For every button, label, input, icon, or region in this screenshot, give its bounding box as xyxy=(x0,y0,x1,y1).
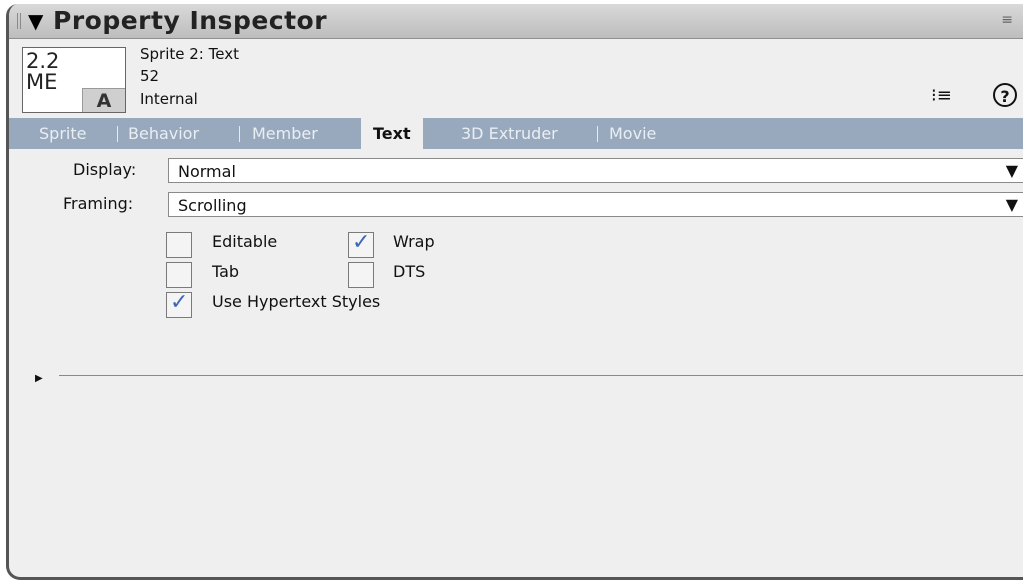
thumbnail-text: 2.2 ME xyxy=(26,49,60,94)
property-inspector-panel: ▼ Property Inspector ≡ 2.2 ME A Sprite 2… xyxy=(6,4,1023,580)
options-menu-icon[interactable]: ≡ xyxy=(1001,12,1013,28)
framing-label: Framing: xyxy=(63,194,134,213)
list-view-icon[interactable]: ⁝≡ xyxy=(931,85,952,106)
dts-checkbox[interactable] xyxy=(348,262,374,288)
hypertext-styles-checkbox[interactable]: ✓ xyxy=(166,290,192,318)
section-divider xyxy=(59,375,1023,376)
tab-sprite[interactable]: Sprite xyxy=(33,118,92,149)
tab-behavior[interactable]: Behavior xyxy=(122,118,205,149)
display-label: Display: xyxy=(73,160,137,179)
sprite-number: 52 xyxy=(140,67,160,85)
tab-member[interactable]: Member xyxy=(246,118,324,149)
tab-checkbox[interactable] xyxy=(166,262,192,288)
editable-checkbox[interactable] xyxy=(166,232,192,258)
wrap-label: Wrap xyxy=(393,232,435,251)
tab-separator xyxy=(117,126,118,142)
framing-dropdown[interactable]: Scrolling ▼ xyxy=(168,192,1023,217)
checkmark-icon: ✓ xyxy=(352,230,371,255)
chevron-down-icon[interactable]: ▼ xyxy=(1006,195,1018,214)
tab-label: Tab xyxy=(212,262,240,281)
expand-section-icon[interactable]: ▶ xyxy=(35,373,43,384)
grip-icon[interactable] xyxy=(17,13,23,29)
sprite-thumbnail: 2.2 ME A xyxy=(22,47,126,113)
framing-value: Scrolling xyxy=(178,196,247,215)
dts-label: DTS xyxy=(393,262,426,281)
tab-separator xyxy=(597,126,598,142)
wrap-checkbox[interactable]: ✓ xyxy=(348,230,374,258)
chevron-down-icon[interactable]: ▼ xyxy=(1006,161,1018,180)
sprite-info-section: 2.2 ME A Sprite 2: Text 52 Internal ⁝≡ ? xyxy=(9,39,1023,118)
text-type-icon: A xyxy=(82,88,125,112)
panel-title: Property Inspector xyxy=(53,6,328,35)
panel-title-bar[interactable]: ▼ Property Inspector ≡ xyxy=(9,4,1023,39)
tab-3d-extruder[interactable]: 3D Extruder xyxy=(455,118,564,149)
display-dropdown[interactable]: Normal ▼ xyxy=(168,158,1023,183)
tab-text[interactable]: Text xyxy=(361,118,423,149)
sprite-name: Sprite 2: Text xyxy=(140,45,239,63)
tab-movie[interactable]: Movie xyxy=(603,118,662,149)
hypertext-styles-label: Use Hypertext Styles xyxy=(212,292,381,311)
tab-bar: Sprite Behavior Member Text 3D Extruder … xyxy=(9,118,1023,149)
collapse-arrow-icon[interactable]: ▼ xyxy=(28,9,43,33)
tab-separator xyxy=(239,126,240,142)
checkmark-icon: ✓ xyxy=(170,290,189,315)
cast-library: Internal xyxy=(140,90,198,108)
editable-label: Editable xyxy=(212,232,278,251)
help-icon[interactable]: ? xyxy=(993,83,1017,107)
display-value: Normal xyxy=(178,162,236,181)
